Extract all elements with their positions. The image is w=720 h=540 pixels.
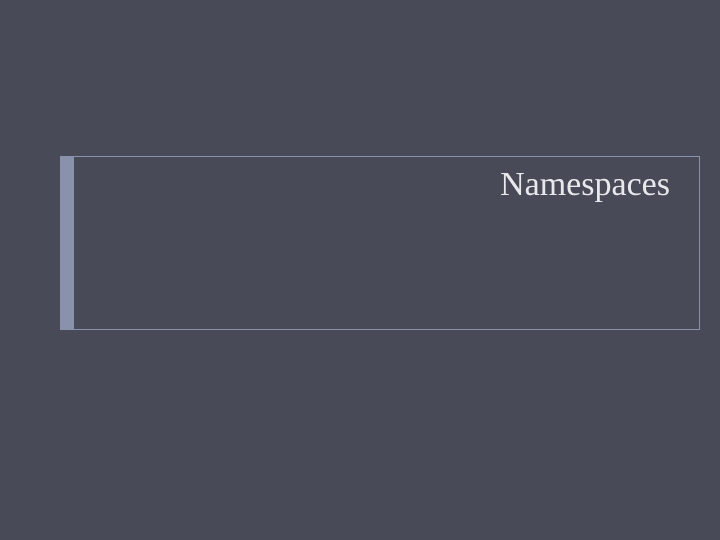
slide-title: Namespaces [60,166,670,204]
